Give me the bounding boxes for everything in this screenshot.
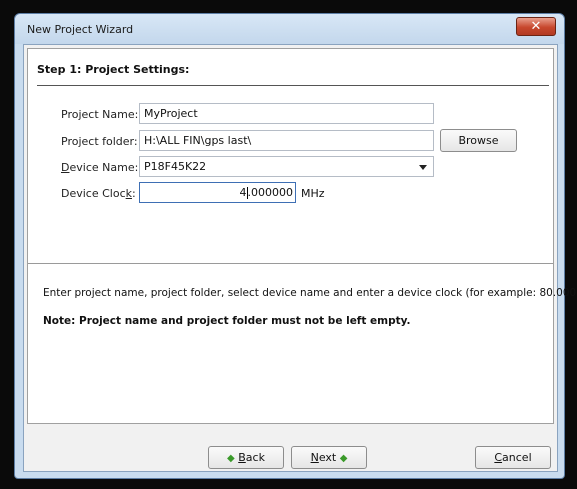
device-name-select[interactable]: P18F45K22 — [139, 156, 434, 177]
title-bar[interactable]: New Project Wizard ✕ — [15, 14, 564, 44]
device-name-label: Device Name: — [61, 161, 139, 174]
project-folder-label: Project folder: — [61, 135, 138, 148]
chevron-down-icon — [419, 165, 427, 170]
cancel-label: Cancel — [494, 451, 532, 464]
next-label: Next — [310, 451, 337, 464]
window-title: New Project Wizard — [27, 23, 134, 36]
settings-panel: Step 1: Project Settings: Project Name: … — [27, 48, 577, 424]
close-button[interactable]: ✕ — [516, 17, 556, 36]
project-name-label: Project Name: — [61, 108, 139, 121]
device-clock-unit: MHz — [301, 187, 325, 200]
project-name-value: MyProject — [144, 107, 198, 120]
device-clock-label: Device Clock: — [61, 187, 136, 200]
help-text: Enter project name, project folder, sele… — [43, 287, 577, 299]
browse-button[interactable]: Browse — [440, 129, 517, 152]
note-text: Note: Project name and project folder mu… — [43, 315, 411, 327]
new-project-wizard-window: New Project Wizard ✕ Step 1: Project Set… — [14, 13, 577, 479]
project-folder-value: H:\ALL FIN\gps last\ — [144, 134, 252, 147]
close-icon: ✕ — [530, 19, 542, 34]
device-clock-value: 4.000000 — [239, 186, 294, 199]
browse-label: Browse — [458, 134, 499, 147]
header-divider — [37, 85, 549, 86]
project-name-input[interactable]: MyProject — [139, 103, 434, 124]
project-folder-input[interactable]: H:\ALL FIN\gps last\ — [139, 130, 434, 151]
dialog-body: Step 1: Project Settings: Project Name: … — [23, 44, 577, 472]
device-name-value: P18F45K22 — [144, 160, 207, 173]
step-title: Step 1: Project Settings: — [37, 63, 190, 76]
cancel-button[interactable]: Cancel — [475, 446, 551, 469]
back-arrow-icon: ◆ — [227, 453, 235, 464]
next-button[interactable]: Next ◆ — [291, 446, 367, 469]
back-button[interactable]: ◆ Back — [208, 446, 284, 469]
next-arrow-icon: ◆ — [339, 453, 348, 464]
device-clock-input[interactable]: 4.000000 — [139, 182, 296, 203]
section-divider — [28, 263, 553, 264]
back-label: Back — [238, 451, 265, 464]
